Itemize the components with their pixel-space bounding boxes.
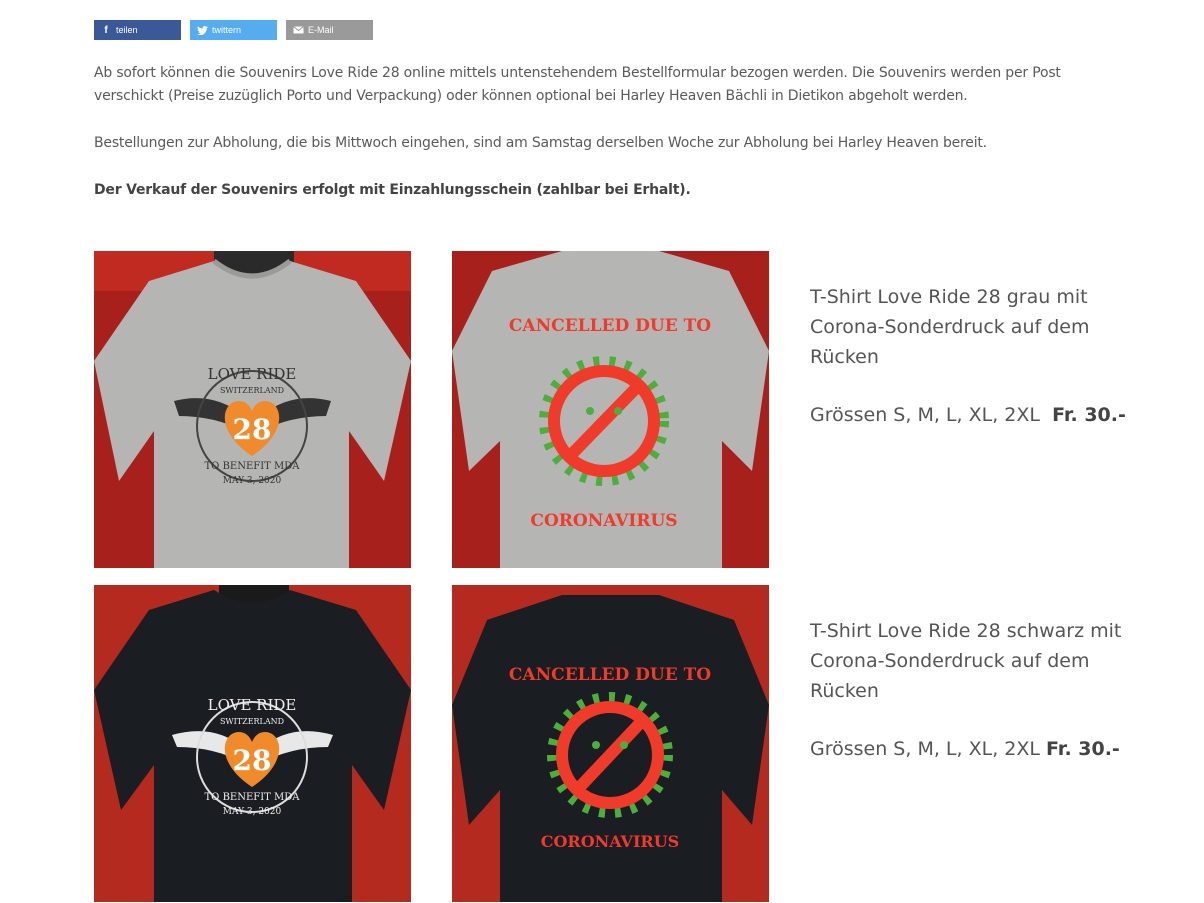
sizes-label: Grössen S, M, L, XL, 2XL bbox=[810, 738, 1040, 760]
price-label: Fr. 30.- bbox=[1046, 738, 1120, 760]
sizes-label: Grössen S, M, L, XL, 2XL bbox=[810, 404, 1040, 426]
facebook-share-button[interactable]: f teilen bbox=[94, 20, 181, 40]
product-title-grey: T-Shirt Love Ride 28 grau mit Corona-Son… bbox=[810, 286, 1090, 368]
product-title-black: T-Shirt Love Ride 28 schwarz mit Corona-… bbox=[810, 620, 1122, 702]
twitter-share-button[interactable]: twittern bbox=[190, 20, 277, 40]
email-share-button[interactable]: E-Mail bbox=[286, 20, 373, 40]
print-cancelled: CANCELLED DUE TO bbox=[509, 316, 711, 336]
logo-number: 28 bbox=[233, 413, 272, 446]
facebook-share-label: teilen bbox=[116, 25, 138, 35]
logo-date: MAY 3, 2020 bbox=[223, 476, 282, 486]
product-image-black-front[interactable]: 28 LOVE RIDE SWITZERLAND TO BENEFIT MDA … bbox=[94, 585, 411, 902]
product-sizes-grey: Grössen S, M, L, XL, 2XL Fr. 30.- bbox=[810, 404, 1126, 426]
product-image-grey-back[interactable]: CANCELLED DUE TO CORONAVIRUS bbox=[452, 251, 769, 568]
twitter-share-label: twittern bbox=[212, 25, 242, 35]
logo-benefit: TO BENEFIT MDA bbox=[205, 792, 301, 803]
intro-paragraph-pickup: Bestellungen zur Abholung, die bis Mittw… bbox=[94, 135, 987, 151]
logo-love-ride: LOVE RIDE bbox=[208, 696, 297, 714]
print-coronavirus: CORONAVIRUS bbox=[541, 832, 679, 851]
email-share-label: E-Mail bbox=[308, 25, 334, 35]
print-cancelled: CANCELLED DUE TO bbox=[509, 665, 711, 685]
logo-benefit: TO BENEFIT MDA bbox=[205, 461, 301, 472]
facebook-icon: f bbox=[104, 24, 108, 36]
product-image-grey-front[interactable]: 28 LOVE RIDE SWITZERLAND TO BENEFIT MDA … bbox=[94, 251, 411, 568]
logo-switzerland: SWITZERLAND bbox=[220, 717, 284, 726]
product-image-black-back[interactable]: CANCELLED DUE TO CORONAVIRUS bbox=[452, 585, 769, 902]
price-label: Fr. 30.- bbox=[1052, 404, 1126, 426]
product-sizes-black: Grössen S, M, L, XL, 2XL Fr. 30.- bbox=[810, 738, 1120, 760]
logo-date: MAY 3, 2020 bbox=[223, 807, 282, 817]
share-bar: f teilen twittern E-Mail bbox=[94, 20, 373, 40]
logo-switzerland: SWITZERLAND bbox=[220, 386, 284, 395]
envelope-icon bbox=[292, 24, 304, 36]
print-coronavirus: CORONAVIRUS bbox=[530, 511, 677, 531]
logo-love-ride: LOVE RIDE bbox=[208, 365, 297, 383]
twitter-icon bbox=[196, 24, 208, 36]
logo-number: 28 bbox=[233, 744, 272, 777]
intro-paragraph-payment: Der Verkauf der Souvenirs erfolgt mit Ei… bbox=[94, 182, 691, 198]
intro-paragraph-order: Ab sofort können die Souvenirs Love Ride… bbox=[94, 65, 1061, 104]
